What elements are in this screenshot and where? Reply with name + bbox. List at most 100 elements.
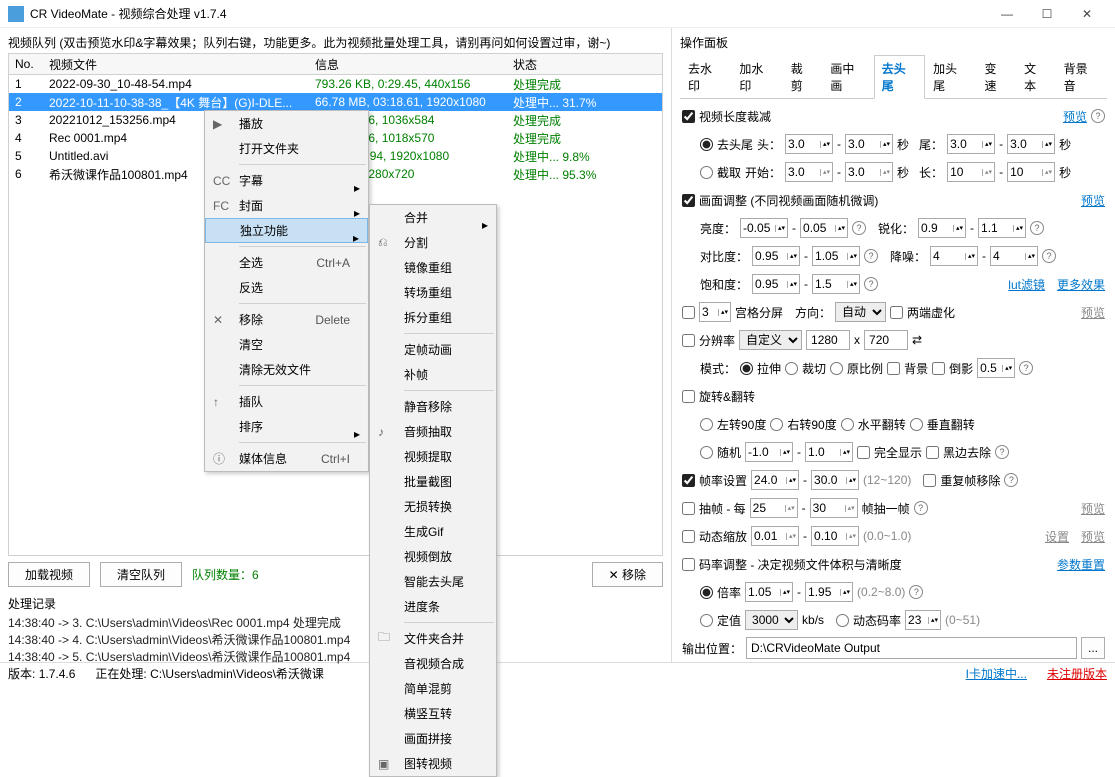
col-file[interactable]: 视频文件 xyxy=(43,56,309,73)
accel-link[interactable]: I卡加速中... xyxy=(966,665,1027,682)
log-body: 14:38:40 -> 3. C:\Users\admin\Videos\Rec… xyxy=(8,614,663,662)
tab-bgm[interactable]: 背景音 xyxy=(1056,55,1107,98)
chk-video-length[interactable] xyxy=(682,110,695,123)
chk-fps[interactable] xyxy=(682,474,695,487)
head-min[interactable]: ▴▾ xyxy=(785,134,833,154)
menu-pic-stitch[interactable]: 画面拼接 xyxy=(370,726,496,751)
arrow-up-icon: ↑ xyxy=(213,395,219,409)
preview-link[interactable]: 预览 xyxy=(1081,192,1105,209)
menu-remove[interactable]: ✕移除Delete xyxy=(205,307,368,332)
queue-header: 视频队列 (双击预览水印&字幕效果；队列右键，功能更多。此为视频批量处理工具，请… xyxy=(8,32,663,53)
output-path-input[interactable]: D:\CRVideoMate Output xyxy=(746,637,1077,659)
panel-header: 操作面板 xyxy=(680,32,1107,55)
col-info[interactable]: 信息 xyxy=(309,56,507,73)
delete-icon: ✕ xyxy=(213,313,223,327)
menu-folder-merge[interactable]: 🗀文件夹合并 xyxy=(370,626,496,651)
menu-reverse[interactable]: 视频倒放 xyxy=(370,544,496,569)
help-icon[interactable]: ? xyxy=(1091,109,1105,123)
tail-min[interactable]: ▴▾ xyxy=(947,134,995,154)
tab-addwatermark[interactable]: 加水印 xyxy=(731,55,782,98)
titlebar: CR VideoMate - 视频综合处理 v1.7.4 — ☐ ✕ xyxy=(0,0,1115,28)
menu-sort[interactable]: 排序 xyxy=(205,414,368,439)
context-menu-sub: 合并 ⎌分割 镜像重组 转场重组 拆分重组 定帧动画 补帧 静音移除 ♪音频抽取… xyxy=(369,204,497,777)
menu-open-folder[interactable]: 打开文件夹 xyxy=(205,136,368,161)
reset-link[interactable]: 参数重置 xyxy=(1057,556,1105,573)
tab-addtrim[interactable]: 加头尾 xyxy=(925,55,976,98)
head-max[interactable]: ▴▾ xyxy=(845,134,893,154)
tab-trim[interactable]: 去头尾 xyxy=(874,55,925,99)
menu-split[interactable]: ⎌分割 xyxy=(370,230,496,255)
chk-zoom[interactable] xyxy=(682,530,695,543)
lut-link[interactable]: lut滤镜 xyxy=(1008,276,1045,293)
chk-dummy[interactable] xyxy=(890,306,903,319)
log-header: 处理记录 xyxy=(8,593,663,614)
preview-link[interactable]: 预览 xyxy=(1063,108,1087,125)
menu-hv-swap[interactable]: 横竖互转 xyxy=(370,701,496,726)
tab-text[interactable]: 文本 xyxy=(1016,55,1056,98)
chk-sample[interactable] xyxy=(682,502,695,515)
menu-pic2vid[interactable]: ▣图转视频 xyxy=(370,751,496,776)
table-row[interactable]: 1 2022-09-30_10-48-54.mp4 793.26 KB, 0:2… xyxy=(9,75,662,93)
tab-crop[interactable]: 裁剪 xyxy=(783,55,823,98)
menu-av-synth[interactable]: 音视频合成 xyxy=(370,651,496,676)
radio-intercept[interactable] xyxy=(700,166,713,179)
menu-clear-invalid[interactable]: 清除无效文件 xyxy=(205,357,368,382)
menu-play[interactable]: ▶播放 xyxy=(205,111,368,136)
close-button[interactable]: ✕ xyxy=(1067,0,1107,28)
menu-mute-move[interactable]: 静音移除 xyxy=(370,394,496,419)
tab-pip[interactable]: 画中画 xyxy=(822,55,873,98)
menu-audio-extract[interactable]: ♪音频抽取 xyxy=(370,419,496,444)
image-icon: ▣ xyxy=(378,757,389,771)
menu-split-rebuild[interactable]: 拆分重组 xyxy=(370,305,496,330)
tab-speed[interactable]: 变速 xyxy=(976,55,1016,98)
menu-invert[interactable]: 反选 xyxy=(205,275,368,300)
col-no[interactable]: No. xyxy=(9,57,43,71)
swap-icon[interactable]: ⇄ xyxy=(912,333,922,347)
grid-dir-select[interactable]: 自动 xyxy=(835,302,886,322)
menu-gif[interactable]: 生成Gif xyxy=(370,519,496,544)
info-icon: ⓘ xyxy=(213,450,225,467)
context-menu-main: ▶播放 打开文件夹 CC字幕 FC封面 独立功能 全选Ctrl+A 反选 ✕移除… xyxy=(204,110,369,472)
chk-resolution[interactable] xyxy=(682,334,695,347)
chk-adjust[interactable] xyxy=(682,194,695,207)
menu-transition[interactable]: 转场重组 xyxy=(370,280,496,305)
tab-dewatermark[interactable]: 去水印 xyxy=(680,55,731,98)
chk-grid[interactable] xyxy=(682,306,695,319)
menu-simple-mix[interactable]: 简单混剪 xyxy=(370,676,496,701)
tabs: 去水印 加水印 裁剪 画中画 去头尾 加头尾 变速 文本 背景音 xyxy=(680,55,1107,99)
register-link[interactable]: 未注册版本 xyxy=(1047,665,1107,682)
menu-video-extract[interactable]: 视频提取 xyxy=(370,444,496,469)
menu-subtitle[interactable]: CC字幕 xyxy=(205,168,368,193)
menu-anim[interactable]: 定帧动画 xyxy=(370,337,496,362)
maximize-button[interactable]: ☐ xyxy=(1027,0,1067,28)
remove-button[interactable]: ✕ 移除 xyxy=(592,562,663,587)
music-icon: ♪ xyxy=(378,425,384,439)
more-effects-link[interactable]: 更多效果 xyxy=(1057,276,1105,293)
menu-batch-capture[interactable]: 批量截图 xyxy=(370,469,496,494)
menu-lossless[interactable]: 无损转换 xyxy=(370,494,496,519)
browse-button[interactable]: ... xyxy=(1081,637,1105,659)
table-row[interactable]: 2 2022-10-11-10-38-38_【4K 舞台】(G)I-DLE...… xyxy=(9,93,662,111)
menu-cover[interactable]: FC封面 xyxy=(205,193,368,218)
clear-queue-button[interactable]: 清空队列 xyxy=(100,562,182,587)
menu-media-info[interactable]: ⓘ媒体信息Ctrl+I xyxy=(205,446,368,471)
menu-indep[interactable]: 独立功能 xyxy=(205,218,368,243)
menu-select-all[interactable]: 全选Ctrl+A xyxy=(205,250,368,275)
chk-rotate[interactable] xyxy=(682,390,695,403)
menu-mirror[interactable]: 镜像重组 xyxy=(370,255,496,280)
radio-head-tail[interactable] xyxy=(700,138,713,151)
menu-insert[interactable]: ↑插队 xyxy=(205,389,368,414)
window-title: CR VideoMate - 视频综合处理 v1.7.4 xyxy=(30,5,987,22)
load-video-button[interactable]: 加载视频 xyxy=(8,562,90,587)
tail-max[interactable]: ▴▾ xyxy=(1007,134,1055,154)
menu-progress[interactable]: 进度条 xyxy=(370,594,496,619)
menu-supplement[interactable]: 补帧 xyxy=(370,362,496,387)
chk-bitrate[interactable] xyxy=(682,558,695,571)
table-header: No. 视频文件 信息 状态 xyxy=(8,53,663,75)
menu-clear[interactable]: 清空 xyxy=(205,332,368,357)
menu-smart-trim[interactable]: 智能去头尾 xyxy=(370,569,496,594)
res-mode-select[interactable]: 自定义 xyxy=(739,330,802,350)
menu-merge[interactable]: 合并 xyxy=(370,205,496,230)
col-status[interactable]: 状态 xyxy=(507,56,647,73)
minimize-button[interactable]: — xyxy=(987,0,1027,28)
